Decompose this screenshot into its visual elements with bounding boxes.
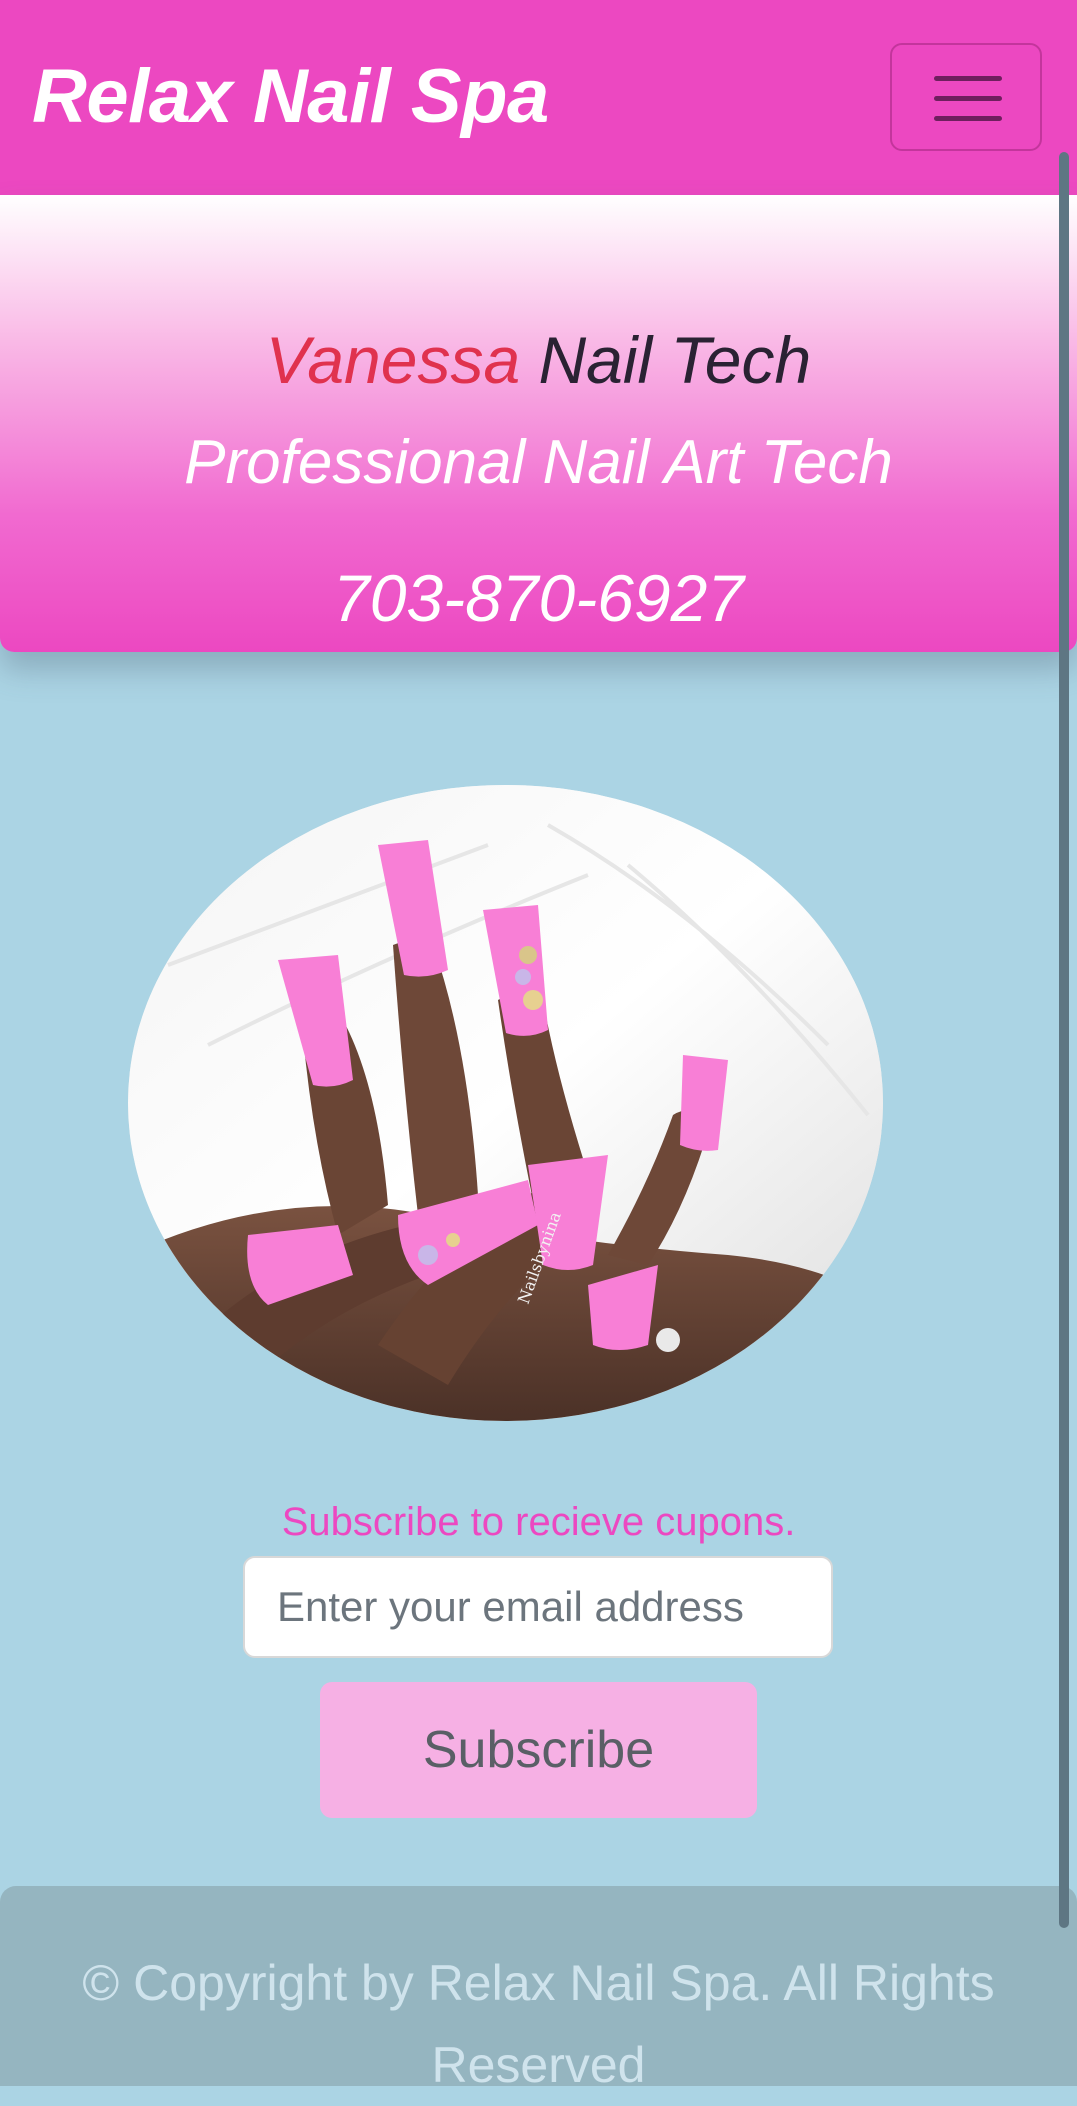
hero-name-first: Vanessa (265, 323, 521, 397)
navbar: Relax Nail Spa (0, 0, 1077, 195)
hero-heading: Vanessa Nail Tech (0, 322, 1077, 398)
hero-phone[interactable]: 703-870-6927 (0, 560, 1077, 636)
brand-title[interactable]: Relax Nail Spa (32, 52, 549, 142)
subscribe-button[interactable]: Subscribe (320, 1682, 757, 1818)
hero-name-rest: Nail Tech (538, 323, 812, 397)
hero-banner: Vanessa Nail Tech Professional Nail Art … (0, 195, 1077, 652)
subscribe-prompt: Subscribe to recieve cupons. (281, 1500, 796, 1544)
page-scrollbar[interactable] (1059, 152, 1069, 1928)
copyright-text: © Copyright by Relax Nail Spa. All Right… (82, 1955, 995, 2093)
hamburger-menu-icon-bar (934, 116, 1002, 121)
hamburger-menu-icon (934, 76, 1002, 81)
nail-art-photo: Nailsbynina (128, 785, 883, 1421)
hamburger-menu-button[interactable] (890, 43, 1042, 151)
footer: © Copyright by Relax Nail Spa. All Right… (0, 1886, 1077, 2093)
hamburger-menu-icon-bar (934, 96, 1002, 101)
email-input[interactable] (243, 1556, 833, 1658)
hero-subtitle: Professional Nail Art Tech (184, 428, 893, 497)
